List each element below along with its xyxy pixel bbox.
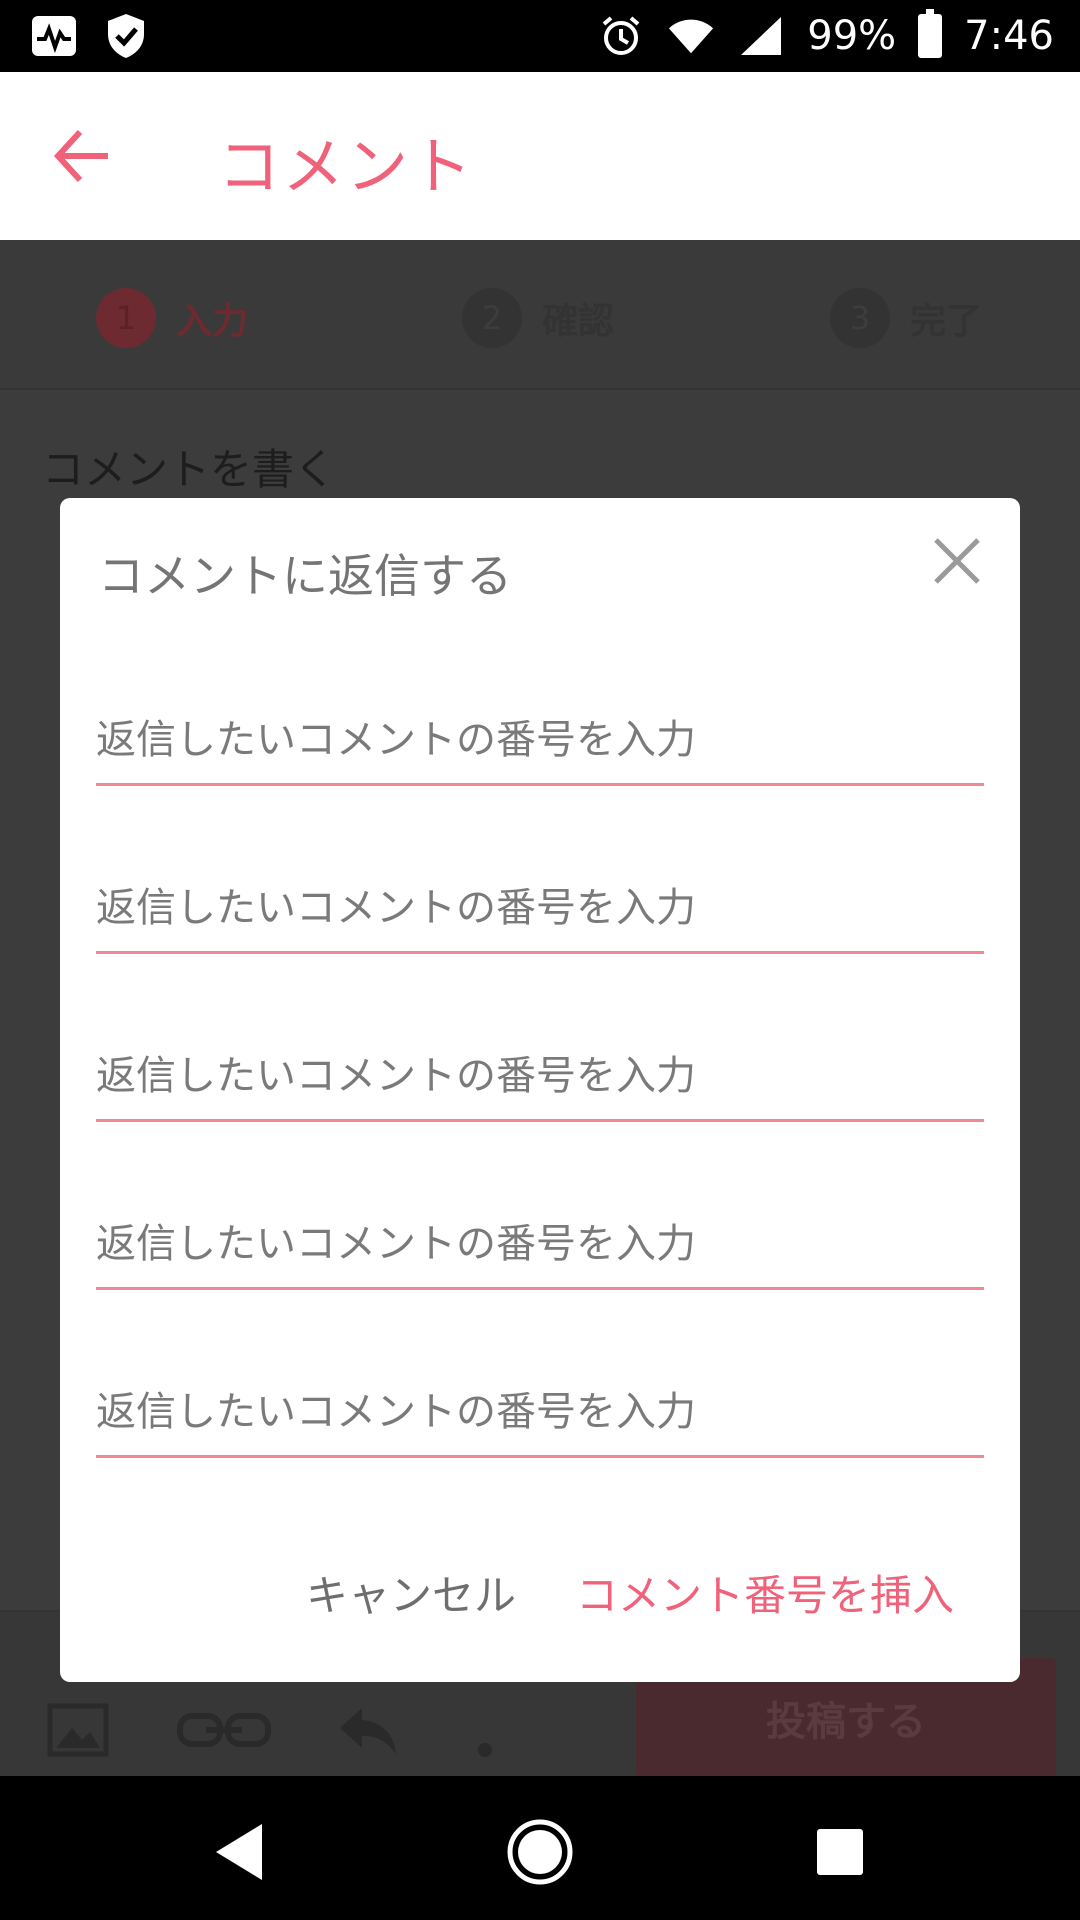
step-number: 2: [462, 288, 522, 348]
step-number: 1: [96, 288, 156, 348]
link-icon[interactable]: [176, 1698, 272, 1762]
comment-number-field-4: [96, 1180, 984, 1290]
comment-number-field-1: [96, 676, 984, 786]
alarm-icon: [597, 14, 645, 58]
battery-icon: [918, 9, 943, 58]
step-input: 1 入力: [96, 288, 248, 348]
step-indicator: 1 入力 2 確認 3 完了: [0, 240, 1080, 390]
reply-dialog: コメントに返信する キャンセル コメント番号を挿入: [60, 498, 1020, 1682]
comment-number-field-2: [96, 844, 984, 954]
section-label: コメントを書く: [42, 445, 337, 494]
nav-recents-button[interactable]: [800, 1812, 880, 1892]
home-circle-icon: [507, 1819, 573, 1885]
nav-back-button[interactable]: [200, 1812, 280, 1892]
back-button[interactable]: [50, 126, 120, 186]
nav-home-button[interactable]: [500, 1812, 580, 1892]
step-number: 3: [830, 288, 890, 348]
arrow-left-icon: [53, 129, 108, 183]
battery-percent: 99%: [807, 13, 897, 59]
navigation-bar: [0, 1776, 1080, 1920]
image-icon[interactable]: [46, 1698, 110, 1762]
close-icon[interactable]: [930, 534, 984, 588]
page-title: コメント: [218, 130, 475, 203]
clock: 7:46: [964, 13, 1054, 59]
step-complete: 3 完了: [830, 288, 982, 348]
insert-comment-number-button[interactable]: コメント番号を挿入: [576, 1562, 954, 1623]
back-triangle-icon: [216, 1824, 262, 1880]
activity-icon: [30, 14, 78, 58]
comment-number-input[interactable]: [96, 1348, 984, 1455]
status-bar: 99% 7:46: [0, 0, 1080, 72]
comment-number-input[interactable]: [96, 676, 984, 783]
dialog-actions: キャンセル コメント番号を挿入: [306, 1562, 954, 1623]
comment-number-input[interactable]: [96, 1180, 984, 1287]
comment-number-field-5: [96, 1348, 984, 1458]
cell-signal-icon: [737, 14, 785, 58]
more-icon[interactable]: [470, 1698, 500, 1762]
step-label: 完了: [910, 301, 983, 342]
dialog-title: コメントに返信する: [98, 549, 512, 603]
app-bar: コメント: [0, 72, 1080, 240]
comment-number-input[interactable]: [96, 1012, 984, 1119]
comment-number-input[interactable]: [96, 844, 984, 951]
shield-check-icon: [102, 14, 150, 58]
wifi-icon: [667, 14, 715, 58]
step-confirm: 2 確認: [462, 288, 614, 348]
step-label: 確認: [542, 301, 615, 342]
cancel-button[interactable]: キャンセル: [306, 1562, 516, 1623]
recents-square-icon: [817, 1829, 863, 1875]
step-label: 入力: [176, 301, 249, 342]
reply-icon[interactable]: [336, 1698, 400, 1762]
comment-number-field-3: [96, 1012, 984, 1122]
